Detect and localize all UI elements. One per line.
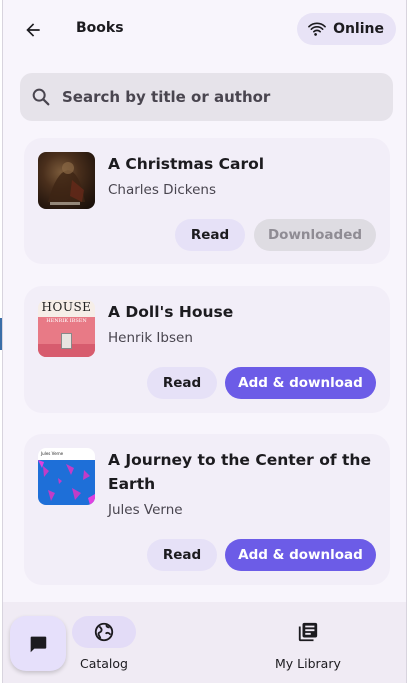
downloaded-button: Downloaded xyxy=(254,219,376,251)
arrow-back-icon xyxy=(26,23,40,37)
read-button[interactable]: Read xyxy=(175,219,245,251)
add-and-download-button[interactable]: Add & download xyxy=(225,367,376,399)
cover-author-text: HENRIK IBSEN xyxy=(46,318,87,324)
nav-inactive-indicator xyxy=(276,616,340,648)
cover-title-text: HOUSE xyxy=(41,300,92,314)
read-button[interactable]: Read xyxy=(147,367,217,399)
book-card: HOUSE HENRIK IBSEN A Doll's House Henrik… xyxy=(24,286,390,413)
nav-item-catalog[interactable]: Catalog xyxy=(72,616,136,671)
book-author: Charles Dickens xyxy=(108,182,216,198)
chat-fab-button[interactable] xyxy=(10,616,66,671)
book-cover-image xyxy=(38,152,95,209)
add-and-download-button[interactable]: Add & download xyxy=(225,539,376,571)
book-cover-image: HOUSE HENRIK IBSEN xyxy=(38,300,95,357)
nav-label-my-library: My Library xyxy=(275,656,341,671)
back-button[interactable] xyxy=(17,14,49,46)
book-card: Jules Verne A Journey to the Center of t… xyxy=(24,434,390,585)
book-title: A Journey to the Center of the Earth xyxy=(108,451,371,493)
page-title: Books xyxy=(76,20,124,36)
library-icon xyxy=(298,622,318,642)
book-cover-image: Jules Verne xyxy=(38,448,95,505)
cover-author-text: Jules Verne xyxy=(41,451,64,456)
top-app-bar: Books Online xyxy=(3,0,406,60)
nav-item-my-library[interactable]: My Library xyxy=(275,616,341,671)
book-author: Jules Verne xyxy=(108,502,183,518)
book-title: A Doll's House xyxy=(108,303,234,321)
book-card: A Christmas Carol Charles Dickens Read D… xyxy=(24,138,390,264)
bottom-navigation: Catalog My Library xyxy=(3,602,406,683)
search-bar[interactable] xyxy=(20,73,393,121)
books-screen: Books Online A Christmas xyxy=(2,0,407,683)
chat-icon xyxy=(30,636,47,652)
nav-active-indicator xyxy=(72,616,136,648)
online-status-label: Online xyxy=(333,21,384,37)
search-input[interactable] xyxy=(62,88,372,106)
wifi-icon xyxy=(308,22,326,36)
globe-icon xyxy=(94,622,114,642)
book-title: A Christmas Carol xyxy=(108,155,265,173)
book-author: Henrik Ibsen xyxy=(108,330,193,346)
search-icon xyxy=(32,88,50,106)
read-button[interactable]: Read xyxy=(147,539,217,571)
online-status-chip[interactable]: Online xyxy=(297,13,396,45)
nav-label-catalog: Catalog xyxy=(79,656,128,671)
